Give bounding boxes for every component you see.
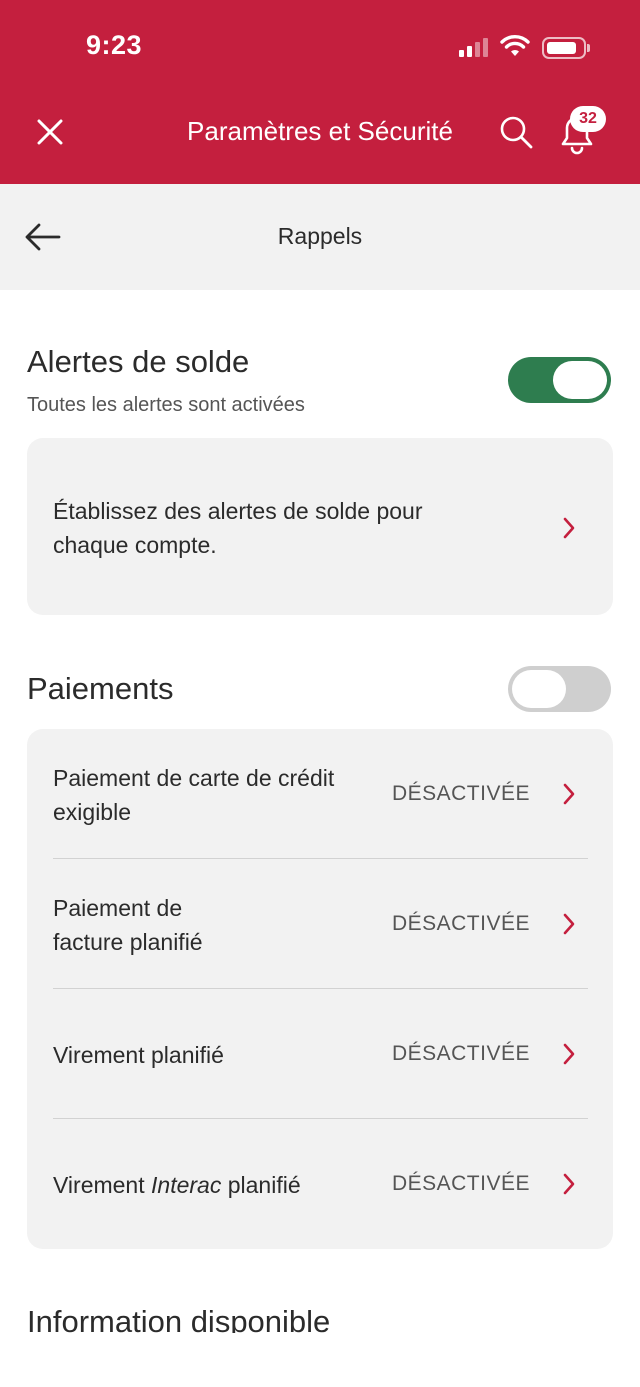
close-icon[interactable] <box>30 112 70 152</box>
status-label: DÉSACTIVÉE <box>391 1042 530 1065</box>
battery-icon <box>542 37 590 59</box>
row-label-prefix: Virement <box>53 1172 152 1198</box>
arrow-left-icon[interactable] <box>22 218 64 256</box>
balance-alerts-subtitle: Toutes les alertes sont activées <box>27 394 305 416</box>
page-title: Paramètres et Sécurité <box>187 116 453 146</box>
payments-title: Paiements <box>27 671 174 706</box>
row-label: Virement planifié <box>53 1042 224 1068</box>
balance-alerts-title: Alertes de solde <box>27 344 250 379</box>
app-header: 9:23 Paramètres et Sécurité 32 <box>0 0 640 184</box>
status-label: DÉSACTIVÉE <box>391 782 530 805</box>
list-item[interactable]: Paiement de carte de crédit exigible DÉS… <box>27 729 613 859</box>
balance-alerts-card[interactable]: Établissez des alertes de solde pour cha… <box>27 438 613 615</box>
section-title-rappels: Rappels <box>277 223 363 249</box>
status-label: DÉSACTIVÉE <box>391 912 530 935</box>
chevron-right-icon <box>563 913 575 935</box>
next-section-clip: Information disponible <box>0 1300 640 1333</box>
status-label: DÉSACTIVÉE <box>391 1172 530 1195</box>
list-item[interactable]: Virement Interac planifié DÉSACTIVÉE <box>27 1119 613 1249</box>
search-icon[interactable] <box>497 113 535 151</box>
row-label: Virement Interac planifié <box>53 1168 383 1202</box>
list-item[interactable]: Paiement de facture planifié DÉSACTIVÉE <box>27 859 613 989</box>
chevron-right-icon <box>563 1173 575 1195</box>
list-item[interactable]: Virement planifié DÉSACTIVÉE <box>27 989 613 1119</box>
cellular-signal-icon <box>459 37 491 57</box>
chevron-right-icon <box>563 783 575 805</box>
payments-toggle[interactable] <box>508 666 611 712</box>
chevron-right-icon <box>563 517 575 539</box>
payments-card: Paiement de carte de crédit exigible DÉS… <box>27 729 613 1249</box>
status-time: 9:23 <box>86 30 143 60</box>
chevron-right-icon <box>563 1043 575 1065</box>
balance-alerts-toggle[interactable] <box>508 357 611 403</box>
row-label-interac: Interac <box>151 1172 222 1198</box>
available-information-title: Information disponible <box>27 1304 331 1333</box>
row-label: Paiement de facture planifié <box>53 895 203 955</box>
wifi-icon <box>500 35 530 56</box>
row-label-suffix: planifié <box>221 1172 301 1198</box>
notification-badge: 32 <box>570 106 606 132</box>
row-label: Paiement de carte de crédit exigible <box>53 765 335 825</box>
balance-alerts-card-text: Établissez des alertes de solde pour cha… <box>53 498 423 558</box>
